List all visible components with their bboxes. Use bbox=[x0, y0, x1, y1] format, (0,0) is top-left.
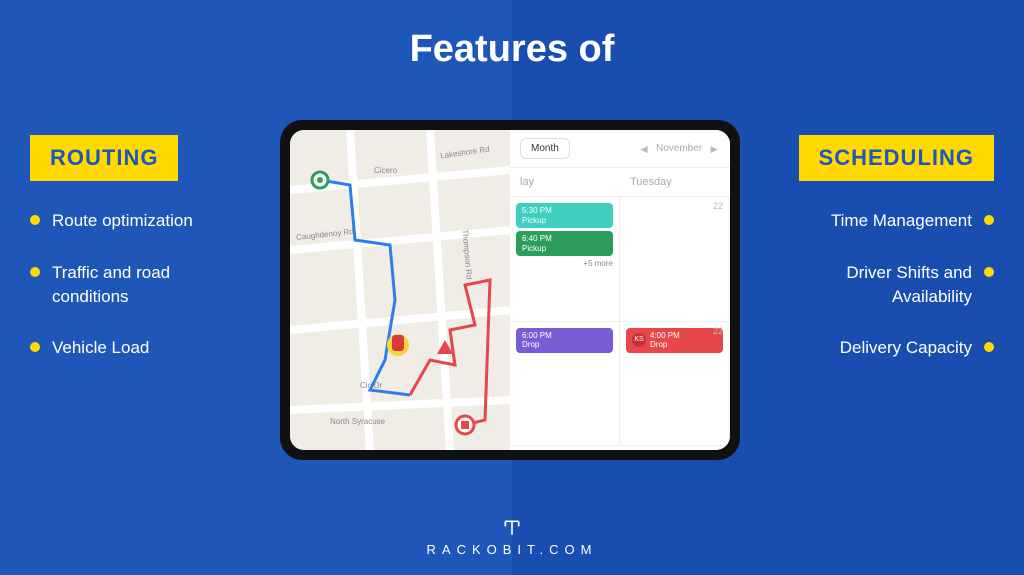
list-item: Delivery Capacity bbox=[774, 336, 994, 360]
avatar: KS bbox=[632, 333, 646, 347]
calendar-cell[interactable]: 6:00 PM Drop bbox=[510, 322, 620, 447]
map-panel: Cicero North Syracuse Lakeshore Rd Thomp… bbox=[290, 130, 510, 450]
map-label: Cic Dr bbox=[360, 381, 382, 390]
page-title: Features of bbox=[0, 28, 1024, 71]
day-number: 22 bbox=[713, 326, 723, 336]
day-header: Tuesday bbox=[620, 168, 730, 196]
event-drop[interactable]: 6:00 PM Drop bbox=[516, 328, 613, 353]
routing-badge: ROUTING bbox=[30, 135, 178, 181]
list-item: Route optimization bbox=[30, 209, 250, 233]
list-item: Traffic and road conditions bbox=[30, 261, 250, 309]
list-item: Driver Shifts and Availability bbox=[774, 261, 994, 309]
logo-icon bbox=[502, 518, 522, 538]
item-text: Traffic and road conditions bbox=[52, 261, 250, 309]
day-number: 22 bbox=[713, 201, 723, 211]
list-item: Time Management bbox=[774, 209, 994, 233]
event-pickup[interactable]: 6:40 PM Pickup bbox=[516, 231, 613, 256]
scheduling-badge: SCHEDULING bbox=[799, 135, 994, 181]
calendar-cell[interactable]: 5:30 PM Pickup 6:40 PM Pickup +5 more bbox=[510, 197, 620, 322]
bullet-icon bbox=[30, 215, 40, 225]
item-text: Vehicle Load bbox=[52, 336, 149, 360]
tablet-device: Cicero North Syracuse Lakeshore Rd Thomp… bbox=[280, 120, 740, 460]
bullet-icon bbox=[984, 215, 994, 225]
tablet-screen: Cicero North Syracuse Lakeshore Rd Thomp… bbox=[290, 130, 730, 450]
item-text: Delivery Capacity bbox=[840, 336, 972, 360]
map-label: Cicero bbox=[374, 166, 397, 175]
next-month-icon[interactable]: ► bbox=[708, 142, 720, 156]
map-svg bbox=[290, 130, 510, 450]
item-text: Time Management bbox=[831, 209, 972, 233]
map-label: North Syracuse bbox=[330, 417, 385, 426]
routing-column: ROUTING Route optimization Traffic and r… bbox=[30, 135, 250, 388]
day-header: lay bbox=[510, 168, 620, 196]
bullet-icon bbox=[984, 267, 994, 277]
item-text: Driver Shifts and Availability bbox=[774, 261, 972, 309]
calendar-cell[interactable]: 22 bbox=[620, 197, 730, 322]
bullet-icon bbox=[984, 342, 994, 352]
bullet-icon bbox=[30, 342, 40, 352]
month-label: November bbox=[656, 143, 702, 154]
view-selector[interactable]: Month bbox=[520, 138, 570, 159]
prev-month-icon[interactable]: ◄ bbox=[638, 142, 650, 156]
bullet-icon bbox=[30, 267, 40, 277]
event-pickup[interactable]: 5:30 PM Pickup bbox=[516, 203, 613, 228]
event-drop[interactable]: KS 4:00 PM Drop bbox=[626, 328, 723, 353]
more-events[interactable]: +5 more bbox=[516, 259, 613, 268]
scheduling-column: SCHEDULING Time Management Driver Shifts… bbox=[774, 135, 994, 388]
item-text: Route optimization bbox=[52, 209, 193, 233]
list-item: Vehicle Load bbox=[30, 336, 250, 360]
brand-logo: RACKOBIT.COM bbox=[0, 518, 1024, 557]
calendar-panel: Month ◄ November ► lay Tuesday 5:30 PM P… bbox=[510, 130, 730, 450]
calendar-cell[interactable]: 22 KS 4:00 PM Drop bbox=[620, 322, 730, 447]
logo-text: RACKOBIT.COM bbox=[427, 542, 598, 557]
